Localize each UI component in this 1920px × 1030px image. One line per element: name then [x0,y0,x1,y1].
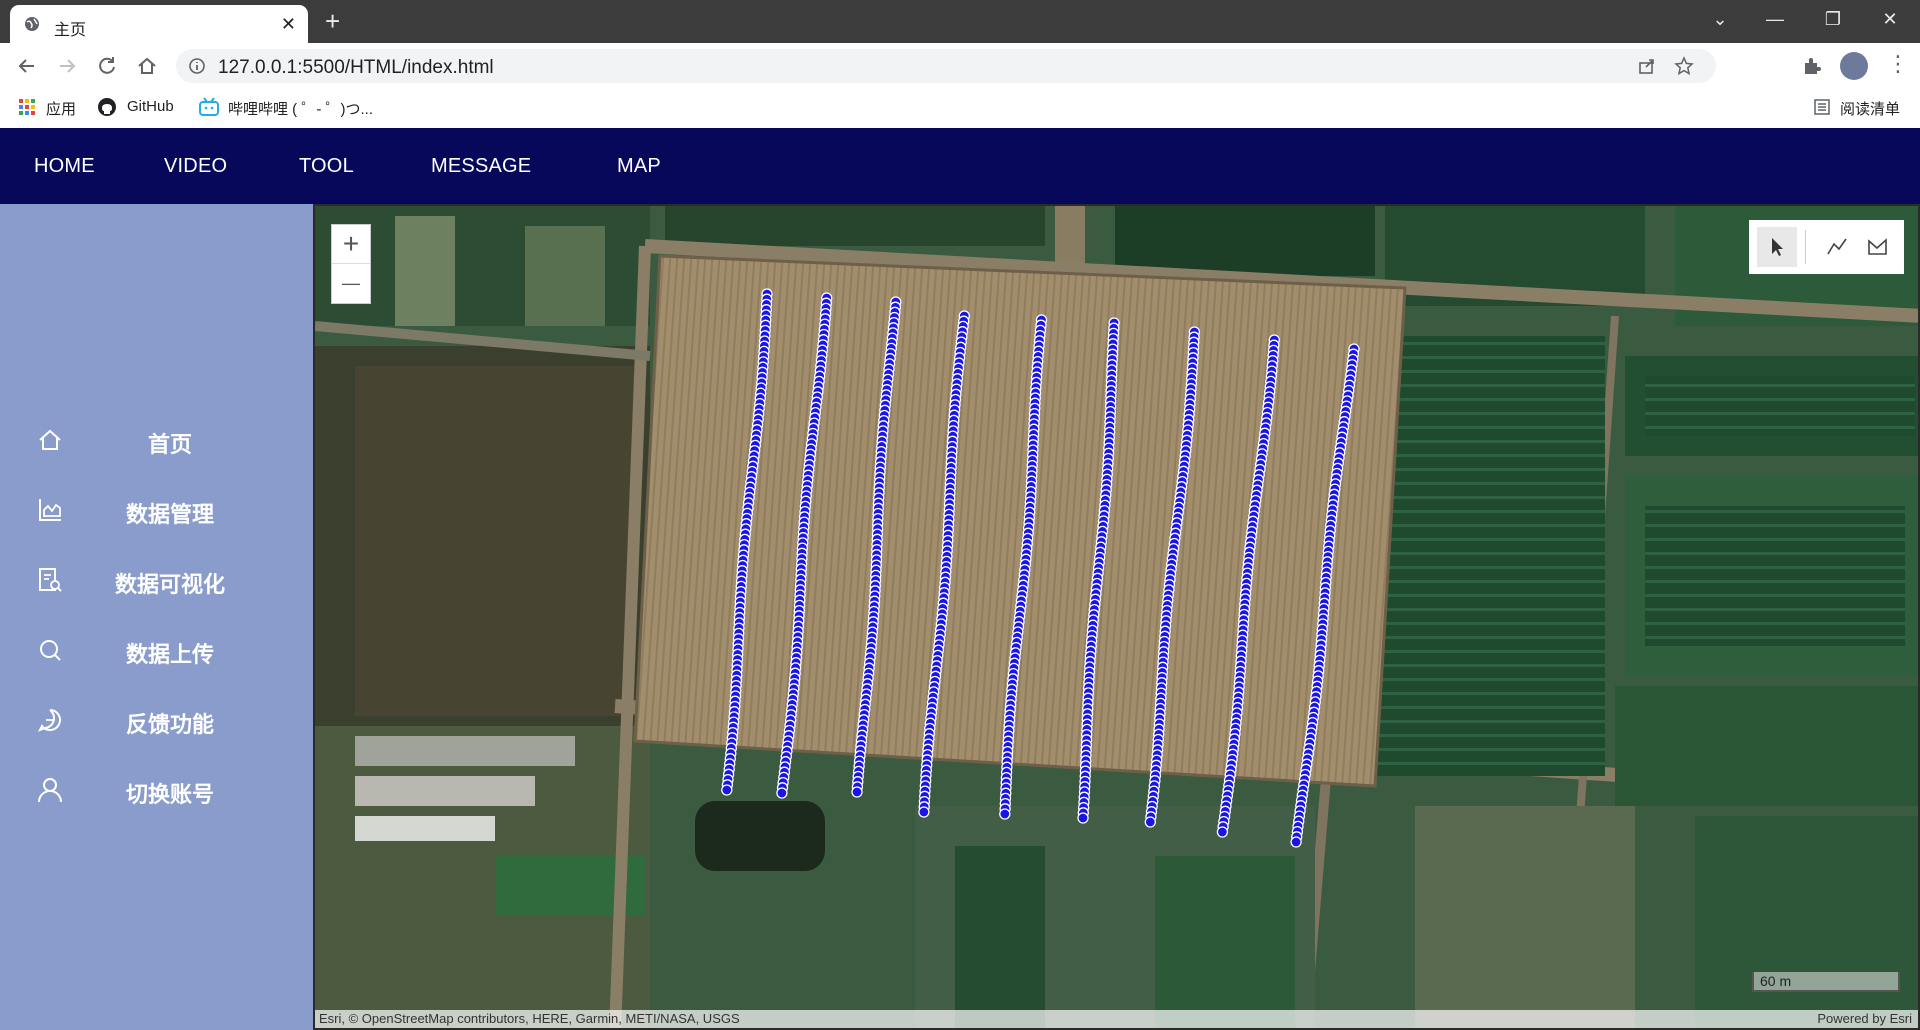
gps-point [918,806,930,818]
github-icon [98,98,116,116]
bookmark-star-icon[interactable] [1674,56,1694,76]
apps-grid-icon[interactable] [18,98,36,116]
browser-tab[interactable]: 主页 ✕ [10,5,308,43]
nav-map[interactable]: MAP [617,155,661,178]
profile-avatar[interactable] [1840,52,1868,80]
zoom-out-button[interactable]: — [332,264,370,302]
bookmark-bilibili[interactable]: 哔哩哔哩 ( ゜- ゜)つ... [228,98,373,119]
sidebar-item-label: 数据可视化 [114,572,225,597]
reading-list[interactable]: 阅读清单 [1840,98,1900,119]
chart-icon [39,499,61,521]
polygon-icon[interactable] [1857,227,1897,267]
gps-point [1144,816,1156,828]
more-menu-icon[interactable]: ⋮ [1887,51,1909,77]
sketch-toolbar [1749,220,1904,274]
sidebar-item-feedback[interactable]: 反馈功能 [0,695,313,745]
bookmark-github[interactable]: GitHub [127,98,174,115]
address-bar[interactable]: 127.0.0.1:5500/HTML/index.html [176,49,1716,83]
scale-bar: 60 m [1752,972,1900,992]
reload-icon[interactable] [94,53,120,79]
sidebar-item-label: 数据管理 [125,502,214,527]
zoom-control: + — [331,224,371,304]
sidebar-item-switch-account[interactable]: 切换账号 [0,765,313,815]
browser-toolbar: 127.0.0.1:5500/HTML/index.html ⋮ [0,43,1920,88]
sidebar-item-label: 首页 [147,432,192,457]
gps-point [1290,836,1302,848]
nav-home[interactable]: HOME [34,155,95,178]
back-arrow-icon[interactable] [14,53,40,79]
satellite-map[interactable] [315,206,1920,1030]
gps-point [721,784,733,796]
tab-title: 主页 [54,22,87,39]
new-tab-button[interactable]: + [325,8,340,34]
tab-search-icon[interactable]: ⌄ [1705,7,1735,31]
gps-point [1216,826,1229,838]
map-view[interactable]: + — 60 m Esri, © OpenStreetMap contribut… [313,204,1920,1030]
restore-button[interactable]: ❐ [1818,7,1848,31]
sidebar-item-data-visualization[interactable]: 数据可视化 [0,555,313,605]
report-icon [39,568,62,592]
chat-icon [37,709,61,732]
browser-tab-strip: 主页 ✕ + ⌄ — ❐ ✕ [0,0,1920,43]
nav-tool[interactable]: TOOL [299,155,354,178]
user-icon [38,778,62,803]
close-window-button[interactable]: ✕ [1875,7,1905,31]
polyline-icon[interactable] [1817,227,1857,267]
gps-point [851,786,863,798]
sidebar-item-label: 数据上传 [125,642,214,667]
sidebar-item-data-management[interactable]: 数据管理 [0,485,313,535]
reading-list-icon [1814,99,1830,115]
extensions-puzzle-icon[interactable] [1801,55,1823,77]
toolbar-divider [1805,230,1806,264]
select-pointer-icon[interactable] [1757,227,1797,267]
url-text: 127.0.0.1:5500/HTML/index.html [218,57,494,78]
gps-point [999,808,1011,820]
share-icon[interactable] [1638,57,1656,75]
forward-arrow-icon[interactable] [54,53,80,79]
globe-icon [25,17,39,31]
nav-message[interactable]: MESSAGE [431,155,531,178]
sidebar-item-label: 切换账号 [125,782,214,807]
nav-video[interactable]: VIDEO [164,155,227,178]
powered-by-text: Powered by Esri [1817,1011,1912,1026]
sidebar-item-label: 反馈功能 [125,712,214,737]
search-icon [40,640,61,661]
zoom-in-button[interactable]: + [332,225,370,264]
bilibili-icon [199,97,219,116]
top-navigation: HOME VIDEO TOOL MESSAGE MAP [0,128,1920,204]
gps-point [776,787,788,799]
home-icon[interactable] [134,53,160,79]
info-icon[interactable] [188,57,206,75]
attribution-text: Esri, © OpenStreetMap contributors, HERE… [319,1011,740,1026]
bookmarks-bar: 应用 GitHub 哔哩哔哩 ( ゜- ゜)つ... 阅读清单 [0,88,1920,128]
map-attribution: Esri, © OpenStreetMap contributors, HERE… [315,1010,1918,1028]
home-icon [39,429,61,450]
bookmark-apps[interactable]: 应用 [46,98,76,119]
close-tab-icon[interactable]: ✕ [281,14,296,34]
sidebar-item-data-upload[interactable]: 数据上传 [0,625,313,675]
sidebar: 首页 数据管理 数据可视化 数据上传 反馈功能 切换账号 [0,204,313,1030]
sidebar-item-home[interactable]: 首页 [0,415,313,465]
minimize-button[interactable]: — [1760,7,1790,31]
gps-point [1077,812,1089,824]
